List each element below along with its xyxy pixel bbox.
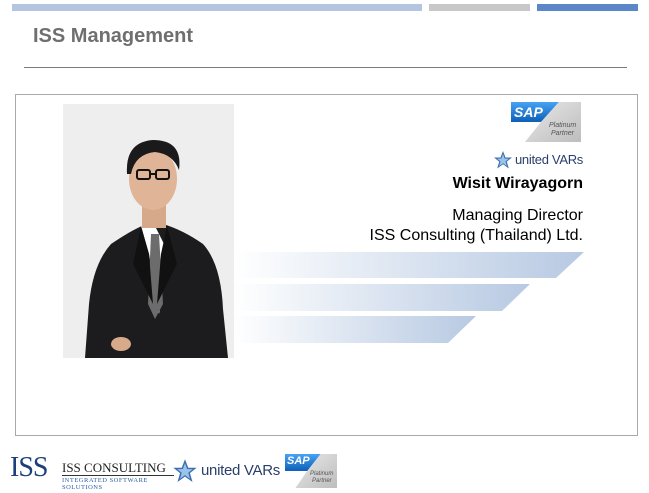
person-role-block: Managing Director ISS Consulting (Thaila… [370, 206, 583, 246]
top-accent-bar-blue [537, 4, 638, 11]
person-name: Wisit Wirayagorn [452, 175, 583, 192]
iss-logo-tagline: INTEGRATED SOFTWARE SOLUTIONS [62, 477, 148, 491]
iss-logo-rule [62, 475, 174, 476]
footer-united-vars-text: united VARs [201, 462, 280, 479]
person-position: Managing Director [452, 207, 583, 224]
footer-sap-logo: SAP Platinum Partner [285, 454, 337, 488]
sap-logo-tagline-1: Platinum [549, 122, 577, 129]
united-vars-text: united VARs [515, 152, 583, 167]
top-accent-bar-light [12, 4, 422, 11]
iss-logo-name: ISS CONSULTING [62, 460, 166, 475]
page-title: ISS Management [33, 25, 194, 47]
top-accent-bar-gray [429, 4, 530, 11]
footer-sap-text: SAP [287, 455, 310, 467]
footer-sap-tagline-2: Partner [312, 478, 332, 484]
person-company: ISS Consulting (Thailand) Ltd. [369, 227, 583, 244]
footer-sap-tagline-1: Platinum [310, 471, 334, 477]
sap-logo-text: SAP [514, 104, 543, 120]
sap-platinum-partner-logo: SAP Platinum Partner [511, 102, 581, 142]
sap-logo-tagline-2: Partner [551, 130, 574, 137]
iss-consulting-logo: ISS ISS CONSULTING INTEGRATED SOFTWARE S… [10, 452, 175, 491]
profile-photo [63, 104, 234, 358]
united-vars-logo: united VARs [493, 150, 585, 170]
iss-logo-mark: ISS [10, 452, 48, 483]
star-icon [173, 459, 197, 483]
title-divider [24, 67, 627, 68]
footer-united-vars-logo: united VARs [172, 458, 284, 484]
star-icon [494, 151, 512, 169]
